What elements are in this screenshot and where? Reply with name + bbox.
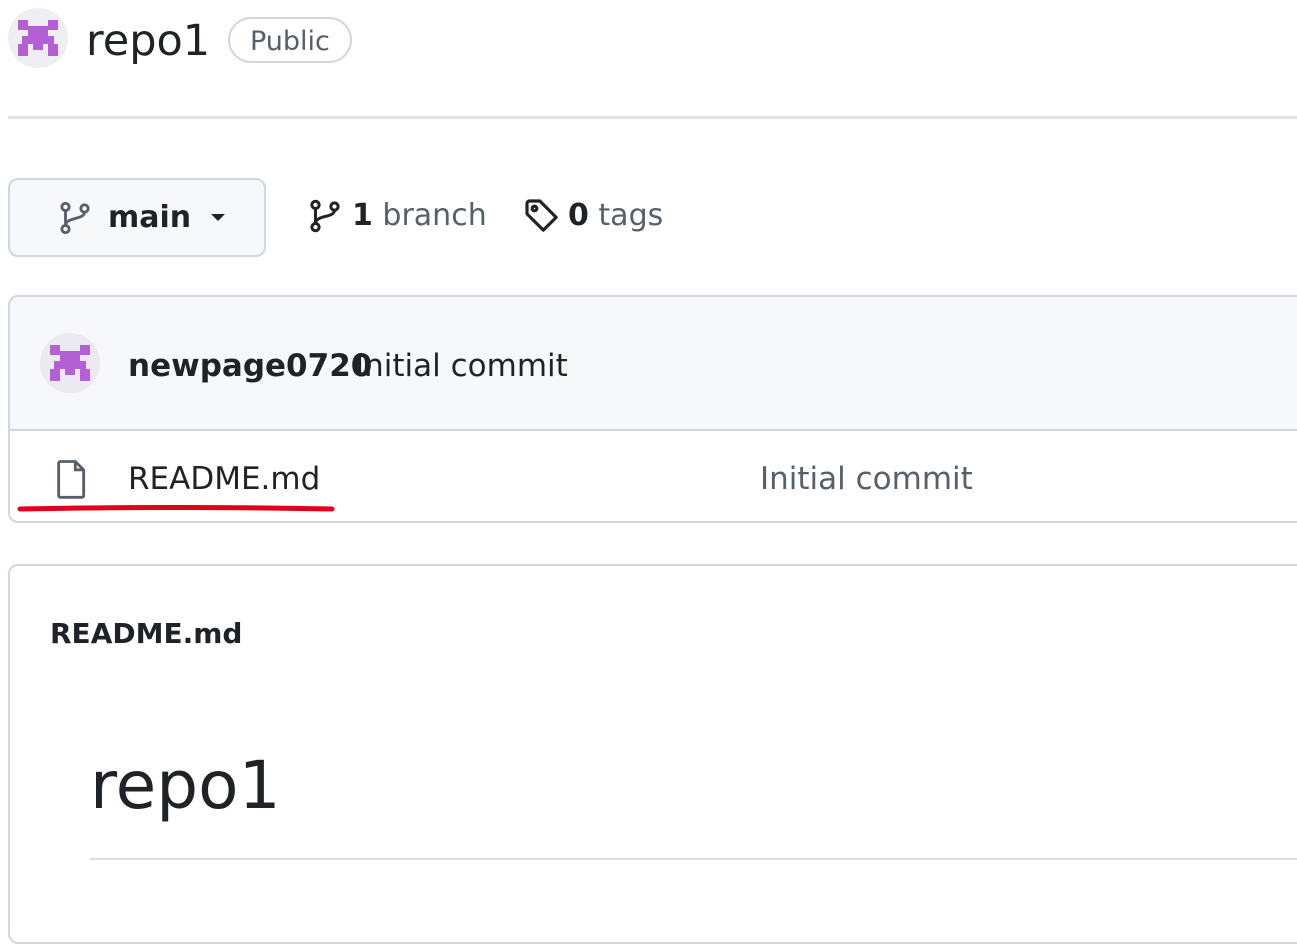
identicon-avatar-icon xyxy=(18,20,58,56)
branch-count-value: 1 xyxy=(352,198,373,233)
identicon-avatar-icon xyxy=(50,345,90,381)
visibility-badge: Public xyxy=(228,17,352,63)
annotation-underline xyxy=(17,505,335,512)
readme-heading-rule xyxy=(90,858,1297,860)
branches-link[interactable]: 1 branch xyxy=(352,196,487,236)
tags-link[interactable]: 0 tags xyxy=(568,196,663,236)
file-icon xyxy=(57,460,86,499)
file-commit-message-link[interactable]: Initial commit xyxy=(760,458,973,500)
repo-name-link[interactable]: repo1 xyxy=(86,14,210,68)
current-branch-label: main xyxy=(108,200,192,235)
tag-count-label: tags xyxy=(598,198,664,233)
tag-icon xyxy=(525,199,558,232)
commit-message-link[interactable]: Initial commit xyxy=(355,345,568,387)
latest-commit-bar: newpage0720 Initial commit xyxy=(10,297,1297,431)
repo-owner-avatar[interactable] xyxy=(8,8,68,68)
readme-heading: repo1 xyxy=(90,747,281,824)
file-name-link[interactable]: README.md xyxy=(128,458,320,500)
file-browser: newpage0720 Initial commit README.md Ini… xyxy=(8,295,1297,523)
commit-author-avatar[interactable] xyxy=(40,333,100,393)
commit-author-link[interactable]: newpage0720 xyxy=(128,345,372,387)
branch-count-label: branch xyxy=(382,198,487,233)
header-divider xyxy=(8,116,1297,119)
readme-panel: README.md repo1 xyxy=(8,564,1297,944)
readme-filename-link[interactable]: README.md xyxy=(50,614,242,654)
tag-count-value: 0 xyxy=(568,198,589,233)
git-branch-icon xyxy=(60,201,90,235)
branch-select-button[interactable]: main xyxy=(8,178,266,257)
git-branch-icon xyxy=(310,199,340,233)
chevron-down-icon xyxy=(211,214,225,221)
